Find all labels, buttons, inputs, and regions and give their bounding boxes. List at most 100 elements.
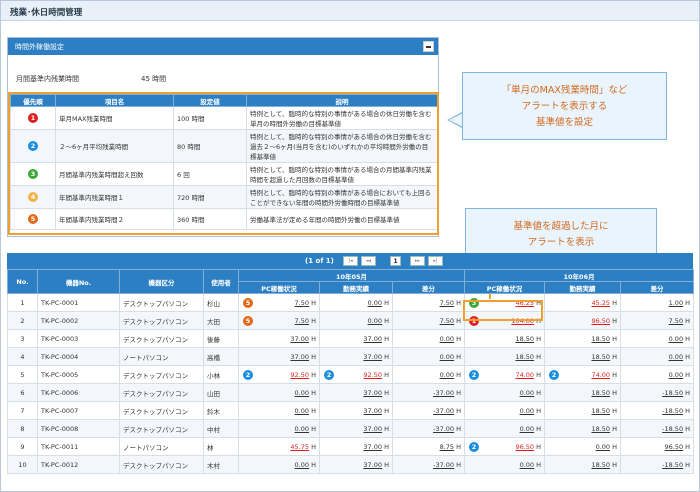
- work-hours-link[interactable]: 37.00: [363, 389, 382, 397]
- unit: H: [612, 442, 618, 451]
- diff-hours-link[interactable]: 0.00: [669, 371, 683, 379]
- work-cell: 45.25 H: [544, 293, 622, 312]
- diff-cell: -37.00 H: [391, 419, 466, 438]
- diff-hours-link[interactable]: -37.00: [433, 389, 454, 397]
- device-category: デスクトップパソコン: [119, 383, 204, 402]
- pc-hours-link[interactable]: 45.75: [290, 443, 309, 451]
- pc-status-cell: 37.00 H: [238, 347, 320, 366]
- pc-hours-link[interactable]: 0.00: [295, 407, 309, 415]
- device-category: デスクトップパソコン: [119, 419, 204, 438]
- work-hours-link[interactable]: 74.00: [591, 371, 610, 379]
- pc-hours-link[interactable]: 0.00: [520, 425, 534, 433]
- pc-hours-link[interactable]: 37.00: [290, 335, 309, 343]
- device-category: ノートパソコン: [119, 437, 204, 456]
- device-user: 大田: [203, 311, 239, 330]
- col-diff: 差分: [620, 281, 695, 294]
- diff-hours-link[interactable]: 0.00: [440, 371, 454, 379]
- diff-hours-link[interactable]: 7.50: [669, 317, 683, 325]
- work-hours-link[interactable]: 37.00: [363, 443, 382, 451]
- pc-status-cell: 2 96.50 H: [464, 437, 546, 456]
- alert-2-icon[interactable]: 2: [243, 370, 253, 380]
- pc-hours-link[interactable]: 18.50: [515, 335, 534, 343]
- unit: H: [685, 334, 691, 343]
- work-hours-link[interactable]: 0.00: [368, 299, 382, 307]
- work-hours-link[interactable]: 0.00: [596, 443, 610, 451]
- collapse-icon[interactable]: [423, 41, 434, 52]
- work-hours-link[interactable]: 18.50: [591, 353, 610, 361]
- work-cell: 37.00 H: [319, 329, 393, 348]
- pc-status-cell: 18.50 H: [464, 347, 546, 366]
- pc-hours-link[interactable]: 18.50: [515, 353, 534, 361]
- work-hours-link[interactable]: 37.00: [363, 407, 382, 415]
- work-hours-link[interactable]: 18.50: [591, 407, 610, 415]
- pc-hours-link[interactable]: 92.50: [290, 371, 309, 379]
- col-work: 勤務実績: [544, 281, 622, 294]
- work-hours-link[interactable]: 18.50: [591, 461, 610, 469]
- next-page-button[interactable]: ▸▸: [410, 256, 425, 266]
- pc-hours-link[interactable]: 0.00: [295, 425, 309, 433]
- diff-hours-link[interactable]: 1.00: [669, 299, 683, 307]
- work-hours-link[interactable]: 0.00: [368, 317, 382, 325]
- pc-status-cell: 37.00 H: [238, 329, 320, 348]
- alert-5-icon[interactable]: 5: [243, 316, 253, 326]
- pc-hours-link[interactable]: 0.00: [520, 407, 534, 415]
- current-page-button[interactable]: 1: [390, 256, 401, 266]
- diff-hours-link[interactable]: -18.50: [662, 425, 683, 433]
- unit: H: [456, 370, 462, 379]
- pc-hours-link[interactable]: 74.00: [515, 371, 534, 379]
- unit: H: [384, 316, 389, 325]
- pc-hours-link[interactable]: 7.50: [295, 317, 309, 325]
- diff-hours-link[interactable]: -37.00: [433, 425, 454, 433]
- work-hours-link[interactable]: 37.00: [363, 461, 382, 469]
- device-no: TK-PC-0012: [37, 455, 120, 474]
- prev-page-button[interactable]: ◂◂: [361, 256, 376, 266]
- pc-hours-link[interactable]: 0.00: [295, 461, 309, 469]
- device-category: デスクトップパソコン: [119, 455, 204, 474]
- unit: H: [612, 370, 618, 379]
- device-category: デスクトップパソコン: [119, 329, 204, 348]
- pc-hours-link[interactable]: 7.50: [295, 299, 309, 307]
- diff-hours-link[interactable]: 0.00: [440, 335, 454, 343]
- col-user: 使用者: [203, 269, 239, 294]
- diff-hours-link[interactable]: 0.00: [440, 353, 454, 361]
- first-page-button[interactable]: |◂: [343, 256, 358, 266]
- diff-hours-link[interactable]: 96.50: [664, 443, 683, 451]
- alert-2-icon[interactable]: 2: [469, 442, 480, 452]
- work-hours-link[interactable]: 45.25: [591, 299, 610, 307]
- unit: H: [685, 370, 691, 379]
- pc-hours-link[interactable]: 0.00: [520, 389, 534, 397]
- diff-hours-link[interactable]: -18.50: [662, 389, 683, 397]
- work-hours-link[interactable]: 37.00: [363, 335, 382, 343]
- pc-hours-link[interactable]: 0.00: [520, 461, 534, 469]
- work-hours-link[interactable]: 18.50: [591, 335, 610, 343]
- work-hours-link[interactable]: 18.50: [591, 389, 610, 397]
- pc-hours-link[interactable]: 0.00: [295, 389, 309, 397]
- work-hours-link[interactable]: 92.50: [363, 371, 382, 379]
- work-cell: 18.50 H: [544, 383, 622, 402]
- work-hours-link[interactable]: 18.50: [591, 425, 610, 433]
- diff-hours-link[interactable]: 0.00: [669, 353, 683, 361]
- diff-hours-link[interactable]: 8.75: [440, 443, 454, 451]
- last-page-button[interactable]: ▸|: [428, 256, 443, 266]
- unit: H: [536, 424, 542, 433]
- diff-hours-link[interactable]: -37.00: [433, 407, 454, 415]
- diff-hours-link[interactable]: -18.50: [662, 461, 683, 469]
- diff-hours-link[interactable]: 7.50: [440, 317, 454, 325]
- alert-5-icon[interactable]: 5: [243, 298, 253, 308]
- work-hours-link[interactable]: 96.50: [591, 317, 610, 325]
- work-hours-link[interactable]: 37.00: [363, 425, 382, 433]
- pc-hours-link[interactable]: 96.50: [515, 443, 534, 451]
- work-hours-link[interactable]: 37.00: [363, 353, 382, 361]
- alert-2-icon[interactable]: 2: [324, 370, 334, 380]
- diff-hours-link[interactable]: 7.50: [440, 299, 454, 307]
- diff-hours-link[interactable]: -37.00: [433, 461, 454, 469]
- col-work: 勤務実績: [319, 281, 393, 294]
- diff-hours-link[interactable]: -18.50: [662, 407, 683, 415]
- work-cell: 37.00 H: [319, 383, 393, 402]
- row-no: 10: [7, 455, 38, 474]
- pc-hours-link[interactable]: 37.00: [290, 353, 309, 361]
- alert-2-icon[interactable]: 2: [469, 370, 480, 380]
- diff-hours-link[interactable]: 0.00: [669, 335, 683, 343]
- alert-2-icon[interactable]: 2: [549, 370, 560, 380]
- diff-cell: 0.00 H: [391, 329, 466, 348]
